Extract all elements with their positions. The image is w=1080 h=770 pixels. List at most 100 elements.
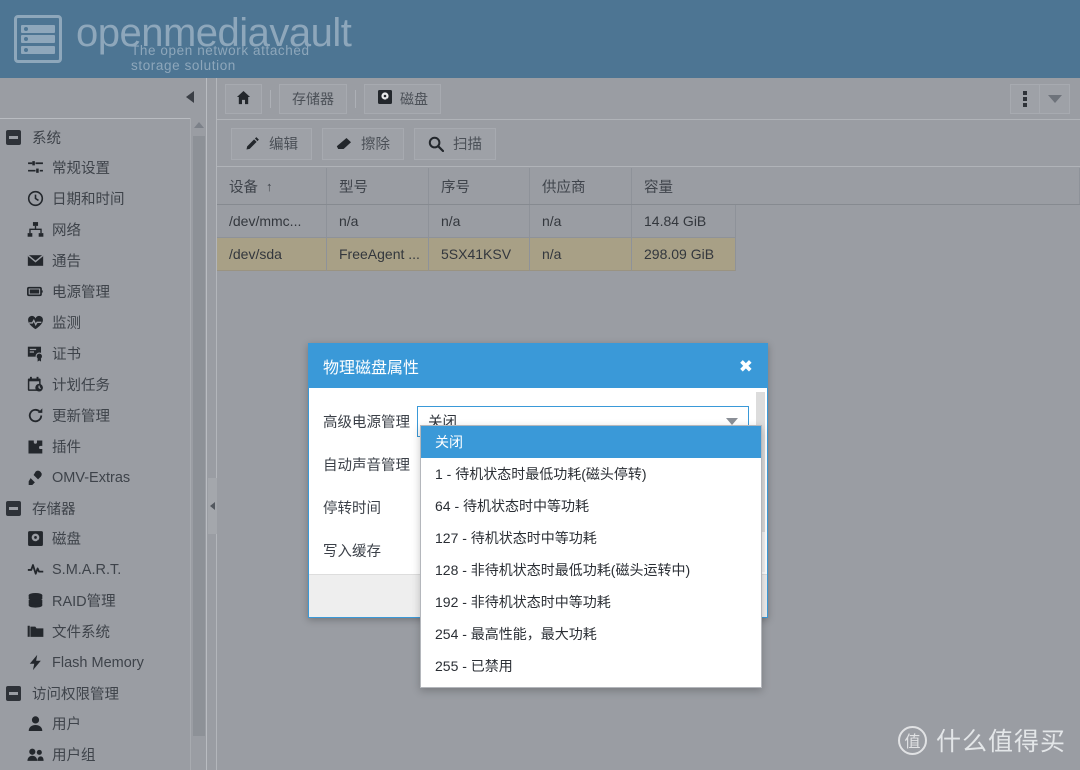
table-column-header[interactable]: 设备 ↑ [217, 168, 327, 204]
apm-option-list[interactable]: 关闭 1 - 待机状态时最低功耗(磁头停转) 64 - 待机状态时中等功耗 127 -… [420, 425, 762, 688]
refresh-icon [26, 407, 44, 425]
brand-subtitle: The open network attached storage soluti… [131, 43, 310, 73]
watermark-text: 什么值得买 [935, 728, 1066, 756]
apm-option[interactable]: 127 - 待机状态时中等功耗 [421, 522, 761, 554]
plug-icon [26, 469, 44, 487]
sidebar-item-[interactable]: 通告 [0, 245, 190, 276]
table-column-header[interactable]: 供应商 [530, 168, 632, 204]
table-row[interactable]: /dev/sda FreeAgent ... 5SX41KSV n/a 298.09 G… [217, 238, 1080, 271]
table-row[interactable]: /dev/mmc... n/a n/a n/a 14.84 GiB [217, 205, 1080, 238]
sidebar-item-[interactable]: 常规设置 [0, 152, 190, 183]
breadcrumb-home[interactable] [225, 83, 262, 114]
breadcrumb-divider [270, 89, 271, 108]
action-toolbar: 编辑 擦除 扫描 [217, 121, 1080, 167]
sidebar-item-[interactable]: 磁盘 [0, 523, 190, 554]
apm-option[interactable]: 254 - 最高性能，最大功耗 [421, 618, 761, 650]
network-icon [26, 221, 44, 239]
sidebar-item-raid[interactable]: RAID管理 [0, 585, 190, 616]
sidebar-item-[interactable]: 证书 [0, 338, 190, 369]
harddisk-icon [26, 530, 44, 548]
apm-option[interactable]: 关闭 [421, 426, 761, 458]
sidebar-item-label: 磁盘 [52, 532, 81, 548]
sidebar-group-2[interactable]: 访问权限管理 [0, 678, 190, 708]
column-label: 型号 [339, 179, 368, 196]
vertical-dots-icon[interactable] [1010, 83, 1040, 114]
database-icon [26, 592, 44, 610]
sidebar-item-[interactable]: 日期和时间 [0, 183, 190, 214]
sidebar-item-label: 证书 [52, 347, 81, 363]
minus-box-icon [6, 685, 21, 701]
sidebar-item-[interactable]: 更新管理 [0, 400, 190, 431]
caret-down-icon[interactable] [1040, 83, 1070, 114]
sidebar-item-[interactable]: 用户组 [0, 739, 190, 770]
server-rack-icon [14, 15, 62, 63]
table-body: /dev/mmc... n/a n/a n/a 14.84 GiB/dev/sda Fre… [217, 205, 1080, 271]
table-cell: 5SX41KSV [429, 238, 530, 271]
sidebar-item-[interactable]: 计划任务 [0, 369, 190, 400]
disks-table: 设备 ↑ 型号 序号 供应商 容量 /dev/mmc... n/a n/a n/a 14.84 G… [217, 168, 1080, 271]
caret-down-icon [726, 418, 738, 425]
breadcrumb-item-disks[interactable]: 磁盘 [364, 83, 441, 114]
splitter-handle[interactable] [208, 478, 217, 534]
sliders-icon [26, 159, 44, 177]
harddisk-icon [377, 89, 393, 108]
close-icon[interactable]: ✖ [739, 358, 753, 375]
breadcrumb-actions [1010, 83, 1080, 114]
sidebar-item-label: 文件系统 [52, 625, 110, 641]
apm-option[interactable]: 1 - 待机状态时最低功耗(磁头停转) [421, 458, 761, 490]
apm-option[interactable]: 128 - 非待机状态时最低功耗(磁头运转中) [421, 554, 761, 586]
field-label-writecache: 写入缓存 [323, 544, 381, 560]
sidebar-group-1[interactable]: 存储器 [0, 493, 190, 523]
folder-icon [26, 623, 44, 641]
user-icon [26, 715, 44, 733]
sidebar-item-[interactable]: 用户 [0, 708, 190, 739]
pane-splitter[interactable] [208, 78, 217, 770]
table-column-header[interactable]: 型号 [327, 168, 429, 204]
sidebar-item-[interactable]: 网络 [0, 214, 190, 245]
sidebar-item-[interactable]: 电源管理 [0, 276, 190, 307]
table-cell: /dev/sda [217, 238, 327, 271]
column-label: 序号 [441, 179, 470, 196]
sidebar-item-smart[interactable]: S.M.A.R.T. [0, 554, 190, 585]
table-cell: /dev/mmc... [217, 205, 327, 238]
apm-option[interactable]: 64 - 待机状态时中等功耗 [421, 490, 761, 522]
eraser-icon [336, 136, 352, 152]
sidebar-item-[interactable]: 插件 [0, 431, 190, 462]
breadcrumb-divider [355, 89, 356, 108]
erase-button[interactable]: 擦除 [322, 127, 404, 160]
table-cell: n/a [530, 205, 632, 238]
table-cell: n/a [429, 205, 530, 238]
dialog-header: 物理磁盘属性 ✖ [309, 344, 767, 388]
scroll-up-arrow-icon[interactable] [194, 122, 204, 128]
table-column-header[interactable]: 容量 [632, 168, 1080, 204]
edit-button[interactable]: 编辑 [231, 127, 312, 160]
sidebar-topbar [0, 78, 206, 118]
sidebar-group-0[interactable]: 系统 [0, 122, 190, 152]
flash-icon [26, 654, 44, 672]
scan-button[interactable]: 扫描 [414, 127, 496, 160]
sidebar-item-flashmemory[interactable]: Flash Memory [0, 647, 190, 678]
scrollbar-thumb[interactable] [193, 136, 205, 736]
field-label-aam: 自动声音管理 [323, 458, 410, 474]
scan-button-label: 扫描 [453, 137, 482, 153]
table-column-header[interactable]: 序号 [429, 168, 530, 204]
sidebar-item-[interactable]: 监测 [0, 307, 190, 338]
sidebar-group-label: 访问权限管理 [32, 686, 119, 703]
breadcrumb: 存储器 磁盘 [217, 78, 1080, 120]
apm-option[interactable]: 192 - 非待机状态时中等功耗 [421, 586, 761, 618]
table-header-row: 设备 ↑ 型号 序号 供应商 容量 [217, 168, 1080, 205]
calendar-clock-icon [26, 376, 44, 394]
collapse-left-icon[interactable] [186, 91, 194, 103]
sidebar-item-[interactable]: 文件系统 [0, 616, 190, 647]
pulse-icon [26, 561, 44, 579]
breadcrumb-item-storage[interactable]: 存储器 [279, 83, 347, 114]
sidebar-group-label: 存储器 [32, 501, 76, 518]
users-icon [26, 746, 44, 764]
apm-option[interactable]: 255 - 已禁用 [421, 650, 761, 682]
sidebar-item-label: 电源管理 [52, 285, 110, 301]
column-label: 供应商 [542, 179, 586, 196]
app-banner: openmediavault The open network attached… [0, 0, 1080, 78]
sidebar-scrollbar[interactable] [190, 118, 206, 770]
sidebar-item-omvextras[interactable]: OMV-Extras [0, 462, 190, 493]
pencil-icon [245, 136, 260, 151]
